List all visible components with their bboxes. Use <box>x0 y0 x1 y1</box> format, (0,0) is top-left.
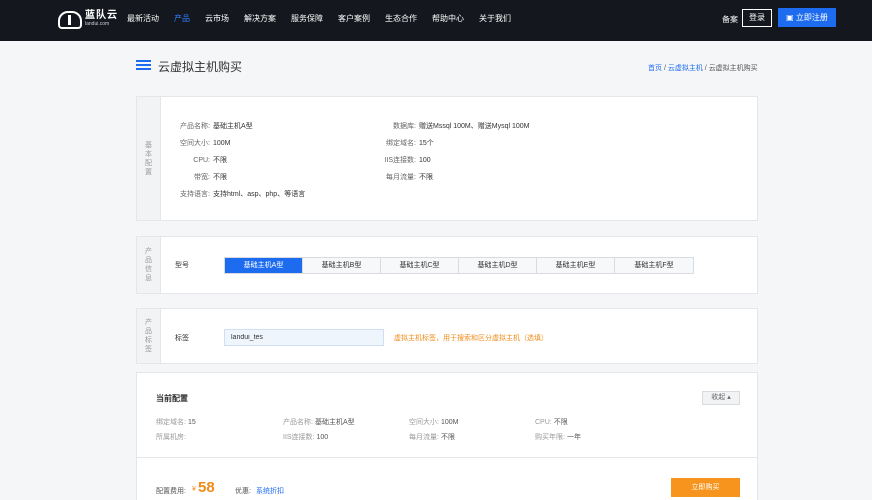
side-label-info: 产品信息 <box>145 248 152 282</box>
brand-name: 蓝队云 <box>85 10 118 21</box>
price-value: 58 <box>198 479 215 496</box>
collapse-button[interactable]: 收起 ▴ <box>702 391 740 405</box>
type-tab-e[interactable]: 基础主机E型 <box>537 258 615 273</box>
config-item: 支持语言: 支持html、asp、php、等语言 <box>180 191 306 198</box>
current-item: 产品名称: 基础主机A型 <box>283 419 355 426</box>
divider <box>137 457 757 458</box>
breadcrumb: 首页 / 云虚拟主机 / 云虚拟主机购买 <box>648 65 758 72</box>
promo-link[interactable]: 系统折扣 <box>256 486 284 496</box>
main-nav: 最新活动 产品 云市场 解决方案 服务保障 客户案例 生态合作 帮助中心 关于我… <box>127 0 526 41</box>
tag-label: 标签 <box>175 335 189 342</box>
basic-config-panel: 基本配置 产品名称: 基础主机A型 空间大小: 100M CPU: 不限 带宽: 不限 … <box>136 96 758 221</box>
config-item: CPU: 不限 <box>193 157 227 164</box>
currency-symbol: ¥ <box>192 486 196 493</box>
collapse-label: 收起 <box>711 394 726 401</box>
top-navbar: 蓝队云 landui.com 最新活动 产品 云市场 解决方案 服务保障 客户案… <box>0 0 872 41</box>
nav-item-partners[interactable]: 生态合作 <box>385 0 417 41</box>
config-item: 产品名称: 基础主机A型 <box>180 123 253 130</box>
breadcrumb-current: 云虚拟主机购买 <box>708 65 758 72</box>
type-tab-c[interactable]: 基础主机C型 <box>381 258 459 273</box>
brand-logo[interactable]: 蓝队云 landui.com <box>58 9 118 31</box>
current-item: 绑定域名: 15 <box>156 419 196 426</box>
current-item: CPU: 不限 <box>535 419 568 426</box>
config-item: 绑定域名: 15个 <box>386 140 434 147</box>
type-tab-a[interactable]: 基础主机A型 <box>225 258 303 273</box>
caret-up-icon: ▴ <box>727 394 731 401</box>
config-item: 每月流量: 不限 <box>386 174 433 181</box>
config-item: IIS连接数: 100 <box>384 157 431 164</box>
tag-hint: 虚拟主机标签，用于搜索和区分虚拟主机（选填） <box>394 335 548 342</box>
nav-item-cases[interactable]: 客户案例 <box>338 0 370 41</box>
promo-label: 优惠: <box>235 488 251 495</box>
type-tab-b[interactable]: 基础主机B型 <box>303 258 381 273</box>
breadcrumb-home[interactable]: 首页 <box>648 65 662 72</box>
nav-item-about[interactable]: 关于我们 <box>479 0 511 41</box>
page-title: 云虚拟主机购买 <box>158 60 243 74</box>
user-icon: ▣ <box>786 13 794 22</box>
type-selector: 基础主机A型 基础主机B型 基础主机C型 基础主机D型 基础主机E型 基础主机F… <box>224 257 694 274</box>
config-item: 带宽: 不限 <box>194 174 227 181</box>
current-config-panel: 当前配置 收起 ▴ 绑定域名: 15 产品名称: 基础主机A型 空间大小: 100M … <box>136 372 758 500</box>
nav-item-cloud-market[interactable]: 云市场 <box>205 0 229 41</box>
breadcrumb-parent[interactable]: 云虚拟主机 <box>668 65 703 72</box>
nav-item-products[interactable]: 产品 <box>174 0 190 41</box>
type-tab-d[interactable]: 基础主机D型 <box>459 258 537 273</box>
list-icon <box>136 60 151 74</box>
nav-item-service[interactable]: 服务保障 <box>291 0 323 41</box>
brand-domain: landui.com <box>85 21 110 27</box>
config-item: 数据库: 赠送Mssql 100M、赠送Mysql 100M <box>393 123 530 130</box>
current-item: 每月流量: 不限 <box>409 434 455 441</box>
product-tag-panel: 产品标签 标签 虚拟主机标签，用于搜索和区分虚拟主机（选填） <box>136 308 758 364</box>
current-item: 购买年限: 一年 <box>535 434 581 441</box>
buy-now-button[interactable]: 立即购买 <box>671 478 740 497</box>
login-button[interactable]: 登录 <box>742 9 772 27</box>
product-info-panel: 产品信息 型号 基础主机A型 基础主机B型 基础主机C型 基础主机D型 基础主机… <box>136 236 758 294</box>
type-label: 型号 <box>175 262 189 269</box>
side-label-tag: 产品标签 <box>145 319 152 353</box>
type-tab-f[interactable]: 基础主机F型 <box>615 258 693 273</box>
current-item: IIS连接数: 100 <box>283 434 329 441</box>
nav-item-solutions[interactable]: 解决方案 <box>244 0 276 41</box>
nav-item-latest[interactable]: 最新活动 <box>127 0 159 41</box>
config-item: 空间大小: 100M <box>180 140 231 147</box>
beian-link[interactable]: 备案 <box>722 14 738 25</box>
price-label: 配置费用: <box>156 488 186 495</box>
current-item: 所属机房: <box>156 434 186 441</box>
side-label-basic: 基本配置 <box>145 141 152 176</box>
register-button[interactable]: ▣ 立即注册 <box>778 8 836 27</box>
tag-input[interactable] <box>224 329 384 346</box>
current-config-title: 当前配置 <box>156 394 188 403</box>
nav-item-help[interactable]: 帮助中心 <box>432 0 464 41</box>
register-label: 立即注册 <box>795 13 828 22</box>
cloud-logo-icon <box>58 11 82 29</box>
current-item: 空间大小: 100M <box>409 419 459 426</box>
